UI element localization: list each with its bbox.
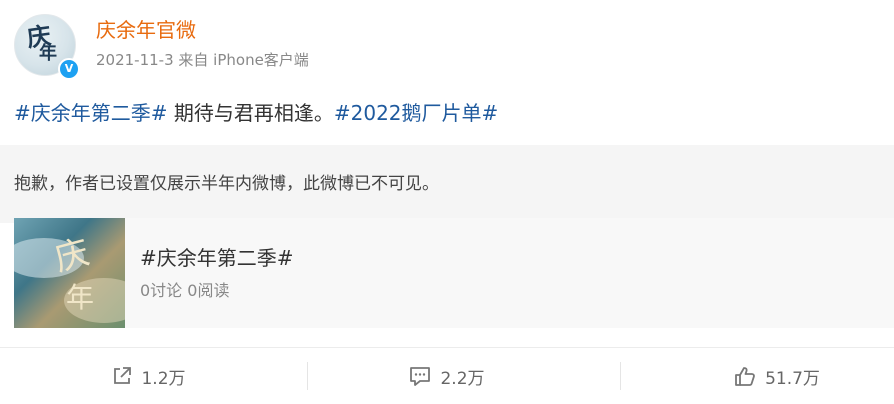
share-icon [111, 365, 133, 387]
post-content: #庆余年第二季# 期待与君再相逢。#2022鹅厂片单# [14, 98, 498, 128]
topic-card[interactable]: 庆 年 #庆余年第二季# 0讨论 0阅读 [14, 218, 894, 328]
repost-button[interactable]: 1.2万 [0, 358, 297, 394]
hashtag-link[interactable]: #庆余年第二季# [14, 101, 168, 125]
repost-count: 1.2万 [141, 368, 186, 389]
action-separator [620, 362, 621, 390]
hidden-notice: 抱歉，作者已设置仅展示半年内微博，此微博已不可见。 [0, 145, 894, 223]
hashtag-link[interactable]: #2022鹅厂片单# [334, 101, 498, 125]
username[interactable]: 庆余年官微 [96, 16, 196, 44]
verified-icon: V [58, 58, 80, 80]
like-button[interactable]: 51.7万 [628, 358, 894, 394]
comment-icon [408, 365, 432, 387]
topic-title: #庆余年第二季# [140, 246, 294, 270]
post-meta: 2021-11-3 来自 iPhone客户端 [96, 51, 309, 69]
notice-text: 抱歉，作者已设置仅展示半年内微博，此微博已不可见。 [14, 174, 439, 194]
topic-thumbnail: 庆 年 [14, 218, 125, 328]
post-text: 期待与君再相逢。 [167, 101, 334, 125]
action-divider [0, 347, 894, 348]
topic-stats: 0讨论 0阅读 [140, 281, 230, 300]
like-count: 51.7万 [765, 368, 820, 389]
like-icon [733, 365, 757, 387]
comment-button[interactable]: 2.2万 [298, 358, 595, 394]
comment-count: 2.2万 [440, 368, 485, 389]
